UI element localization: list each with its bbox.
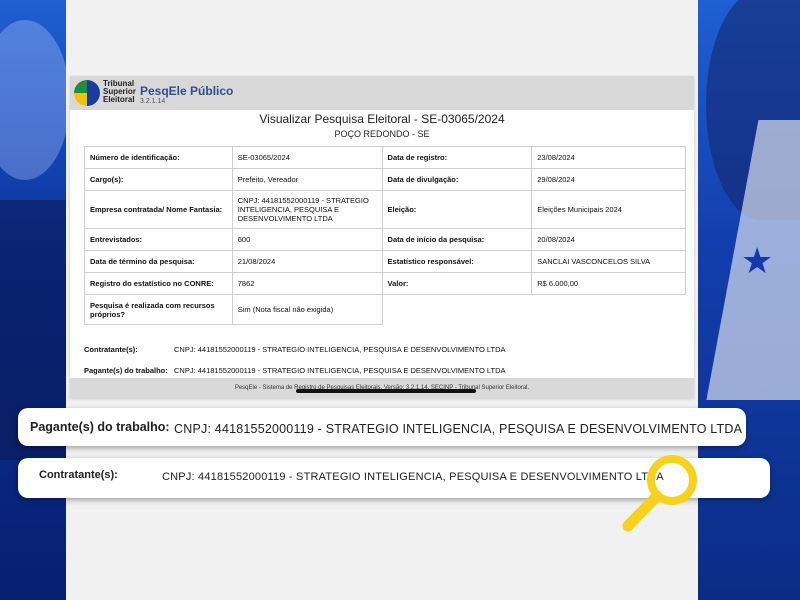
- survey-document: Tribunal Superior Eleitoral PesqEle Públ…: [70, 76, 694, 398]
- empty-cell: [382, 295, 532, 325]
- empty-cell: [532, 295, 686, 325]
- field-value: SANCLAI VASCONCELOS SILVA: [531, 250, 686, 273]
- table-row: Registro do estatístico no CONRE: 7862 V…: [84, 272, 686, 295]
- field-label: Data de término da pesquisa:: [84, 250, 233, 273]
- field-label: Valor:: [381, 272, 533, 295]
- scrollbar-handle[interactable]: [296, 389, 476, 393]
- field-label: Cargo(s):: [84, 168, 233, 191]
- field-value: 23/08/2024: [531, 146, 686, 169]
- field-label: Entrevistados:: [84, 228, 233, 251]
- magnifier-icon: [622, 455, 697, 532]
- field-label: Empresa contratada/ Nome Fantasia:: [84, 190, 233, 229]
- page-title: Visualizar Pesquisa Eleitoral - SE-03065…: [259, 112, 505, 126]
- contratante-row: Contratante(s): CNPJ: 44181552000119 - ST…: [84, 345, 506, 354]
- page-subtitle: POÇO REDONDO - SE: [334, 129, 430, 139]
- app-name: PesqEle Público: [140, 84, 234, 98]
- background-photo-right: ★: [696, 0, 800, 600]
- org-name: Tribunal Superior Eleitoral: [103, 80, 136, 104]
- field-label: Pesquisa é realizada com recursos própri…: [84, 294, 233, 325]
- background-photo-left: [0, 0, 70, 600]
- pagante-row: Pagante(s) do trabalho: CNPJ: 44181552000…: [84, 366, 506, 375]
- pagante-highlight-value: CNPJ: 44181552000119 - STRATEGIO INTELIG…: [174, 422, 743, 436]
- field-label: Registro do estatístico no CONRE:: [84, 272, 233, 295]
- field-value: R$ 6.000,00: [531, 272, 686, 295]
- org-line: Eleitoral: [103, 95, 135, 104]
- document-header: Tribunal Superior Eleitoral PesqEle Públ…: [70, 76, 694, 110]
- table-row: Data de término da pesquisa: 21/08/2024 …: [84, 250, 686, 273]
- survey-info-table: Número de identificação: SE-03065/2024 D…: [84, 146, 686, 325]
- field-label: Data de registro:: [381, 146, 533, 169]
- field-label: Número de identificação:: [84, 146, 233, 169]
- field-value: CNPJ: 44181552000119 - STRATEGIO INTELIG…: [231, 190, 383, 229]
- field-value: 20/08/2024: [531, 228, 686, 251]
- tse-logo-icon: [74, 80, 100, 106]
- field-label: Eleição:: [381, 190, 533, 229]
- pagante-value: CNPJ: 44181552000119 - STRATEGIO INTELIG…: [174, 366, 506, 375]
- field-value: Prefeito, Vereador: [231, 168, 383, 191]
- table-row: Empresa contratada/ Nome Fantasia: CNPJ:…: [84, 190, 686, 229]
- field-value: 7862: [231, 272, 383, 295]
- field-label: Estatístico responsável:: [381, 250, 533, 273]
- contratante-highlight-label: Contratante(s):: [39, 469, 118, 481]
- pagante-label: Pagante(s) do trabalho:: [84, 366, 168, 375]
- field-value: 600: [231, 228, 383, 251]
- field-label: Data de início da pesquisa:: [381, 228, 533, 251]
- contratante-label: Contratante(s):: [84, 345, 138, 354]
- pagante-highlight-label: Pagante(s) do trabalho:: [30, 420, 170, 434]
- field-value: 21/08/2024: [231, 250, 383, 273]
- background-shape: [0, 20, 70, 180]
- field-value: SE-03065/2024: [231, 146, 383, 169]
- field-value: 29/08/2024: [531, 168, 686, 191]
- contratante-value: CNPJ: 44181552000119 - STRATEGIO INTELIG…: [174, 345, 506, 354]
- field-label: Data de divulgação:: [381, 168, 533, 191]
- star-icon: ★: [741, 240, 774, 281]
- contratante-highlight-value: CNPJ: 44181552000119 - STRATEGIO INTELIG…: [162, 471, 664, 483]
- field-value: Sim (Nota fiscal não exigida): [231, 294, 383, 325]
- table-row: Pesquisa é realizada com recursos própri…: [84, 294, 686, 325]
- pagante-highlight: Pagante(s) do trabalho: CNPJ: 4418155200…: [18, 408, 746, 446]
- table-row: Cargo(s): Prefeito, Vereador Data de div…: [84, 168, 686, 191]
- app-version: 3.2.1.14: [140, 98, 166, 105]
- table-row: Número de identificação: SE-03065/2024 D…: [84, 146, 686, 169]
- document-footer: PesqEle - Sistema de Registro de Pesquis…: [70, 378, 694, 398]
- field-value: Eleições Municipais 2024: [531, 190, 686, 229]
- table-row: Entrevistados: 600 Data de início da pes…: [84, 228, 686, 251]
